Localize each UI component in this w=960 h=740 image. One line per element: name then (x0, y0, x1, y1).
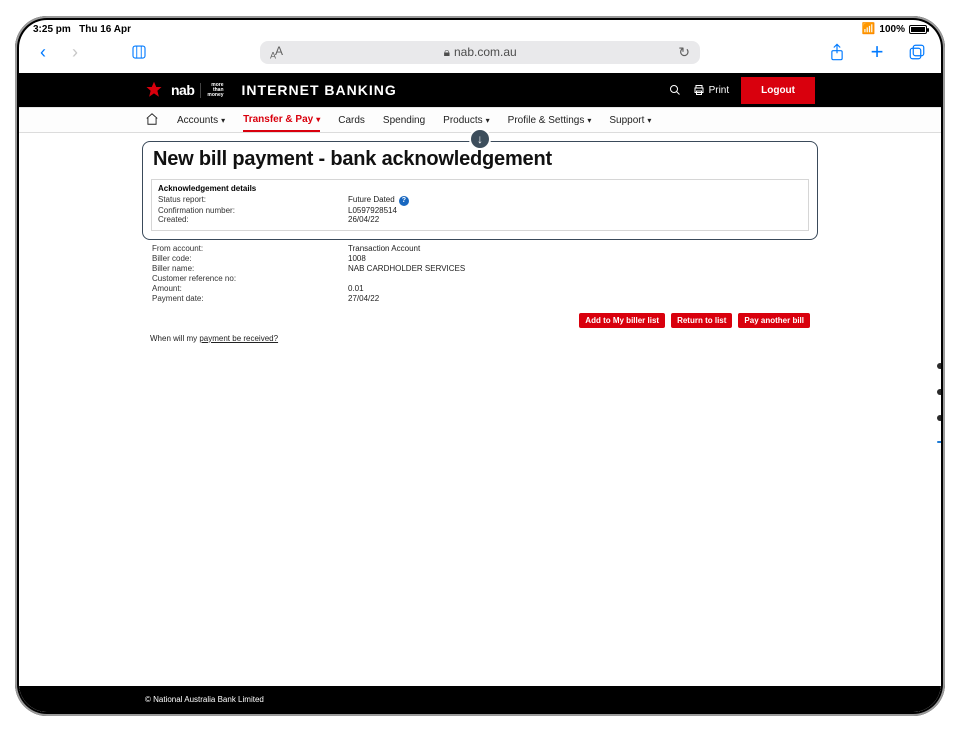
detail-value: Transaction Account (348, 244, 420, 253)
bank-header: nab more than money INTERNET BANKING (19, 73, 941, 107)
page-title: New bill payment - bank acknowledgement (153, 148, 817, 171)
safari-toolbar: ‹ › AAAA 🔒︎ nab.com.au ↻ + (19, 35, 941, 73)
help-prefix: When will my (150, 334, 199, 343)
ack-value: 26/04/22 (348, 215, 379, 224)
chevron-down-icon: ▾ (587, 116, 591, 125)
status-time: 3:25 pm (33, 24, 71, 35)
wifi-icon: 📶 (862, 24, 876, 35)
detail-key: Biller code: (152, 254, 348, 263)
detail-row: Biller name:NAB CARDHOLDER SERVICES (152, 264, 810, 273)
pay-another-bill-button[interactable]: Pay another bill (738, 313, 810, 328)
return-to-list-button[interactable]: Return to list (671, 313, 732, 328)
tab-label: Transfer & Pay (243, 114, 313, 125)
detail-key: Biller name: (152, 264, 348, 273)
address-bar[interactable]: AAAA 🔒︎ nab.com.au ↻ (260, 41, 700, 64)
detail-value: 1008 (348, 254, 366, 263)
footer-text: © National Australia Bank Limited (145, 695, 815, 704)
help-line: When will my payment be received? (150, 334, 810, 343)
status-date: Thu 16 Apr (79, 24, 131, 35)
bookmarks-button[interactable] (127, 43, 151, 61)
search-button[interactable] (669, 84, 681, 96)
tab-label: Profile & Settings (508, 115, 585, 126)
chevron-down-icon: ▾ (647, 116, 651, 125)
detail-row: Customer reference no: (152, 274, 810, 283)
tab-profile-settings[interactable]: Profile & Settings ▾ (508, 110, 592, 131)
detail-row: Payment date:27/04/22 (152, 294, 810, 303)
detail-row: Amount:0.01 (152, 284, 810, 293)
ack-key: Status report: (158, 195, 348, 206)
tab-cards[interactable]: Cards (338, 110, 365, 131)
chevron-down-icon: ▾ (316, 115, 320, 124)
ack-heading: Acknowledgement details (158, 184, 802, 193)
info-icon[interactable]: ? (399, 196, 409, 206)
detail-key: Amount: (152, 284, 348, 293)
detail-key: From account: (152, 244, 348, 253)
ack-value: L0597928514 (348, 206, 397, 215)
chevron-down-icon: ▾ (486, 116, 490, 125)
add-to-biller-list-button[interactable]: Add to My biller list (579, 313, 665, 328)
payment-details: From account:Transaction Account Biller … (152, 244, 810, 303)
ack-row: Confirmation number: L0597928514 (158, 206, 802, 215)
new-tab-button[interactable]: + (865, 39, 889, 65)
address-domain: nab.com.au (454, 45, 517, 59)
tab-label: Cards (338, 115, 365, 126)
ack-key: Confirmation number: (158, 206, 348, 215)
detail-value: 27/04/22 (348, 294, 379, 303)
tab-label: Accounts (177, 115, 218, 126)
ack-row: Status report: Future Dated ? (158, 195, 802, 206)
page-footer: © National Australia Bank Limited (19, 686, 941, 712)
chevron-down-icon: ▾ (221, 116, 225, 125)
share-button[interactable] (825, 39, 849, 65)
ipad-status-bar: 3:25 pm Thu 16 Apr 📶 100% (19, 20, 941, 35)
tab-accounts[interactable]: Accounts ▾ (177, 110, 225, 131)
tab-spending[interactable]: Spending (383, 110, 425, 131)
tab-label: Support (609, 115, 644, 126)
tab-label: Spending (383, 115, 425, 126)
scroll-down-badge[interactable]: ↓ (469, 128, 491, 150)
detail-value: NAB CARDHOLDER SERVICES (348, 264, 465, 273)
detail-key: Payment date: (152, 294, 348, 303)
brand-name: nab (171, 82, 194, 98)
detail-key: Customer reference no: (152, 274, 348, 283)
logout-button[interactable]: Logout (741, 77, 815, 104)
brand-tagline: more than money (200, 83, 223, 98)
battery-icon (909, 25, 927, 34)
ack-row: Created: 26/04/22 (158, 215, 802, 224)
action-buttons: Add to My biller list Return to list Pay… (150, 313, 810, 328)
ack-value: Future Dated ? (348, 195, 409, 206)
back-button[interactable]: ‹ (31, 42, 55, 63)
print-button[interactable]: Print (693, 84, 730, 96)
text-size-button[interactable]: AAAA (270, 44, 282, 60)
app-title: INTERNET BANKING (242, 82, 397, 98)
device-side-buttons (937, 363, 941, 443)
tabs-button[interactable] (905, 39, 929, 65)
detail-row: Biller code:1008 (152, 254, 810, 263)
tab-support[interactable]: Support ▾ (609, 110, 651, 131)
tab-label: Products (443, 115, 482, 126)
ack-key: Created: (158, 215, 348, 224)
payment-received-link[interactable]: payment be received? (199, 334, 278, 343)
nab-star-icon (145, 81, 163, 99)
acknowledgement-box: Acknowledgement details Status report: F… (151, 179, 809, 231)
detail-value: 0.01 (348, 284, 364, 293)
forward-button[interactable]: › (63, 42, 87, 63)
acknowledgement-highlight: New bill payment - bank acknowledgement … (142, 141, 818, 240)
battery-pct: 100% (879, 24, 905, 35)
tab-transfer-pay[interactable]: Transfer & Pay ▾ (243, 109, 320, 132)
detail-row: From account:Transaction Account (152, 244, 810, 253)
home-icon[interactable] (145, 112, 159, 129)
lock-icon: 🔒︎ (444, 45, 450, 60)
reload-button[interactable]: ↻ (678, 44, 690, 61)
